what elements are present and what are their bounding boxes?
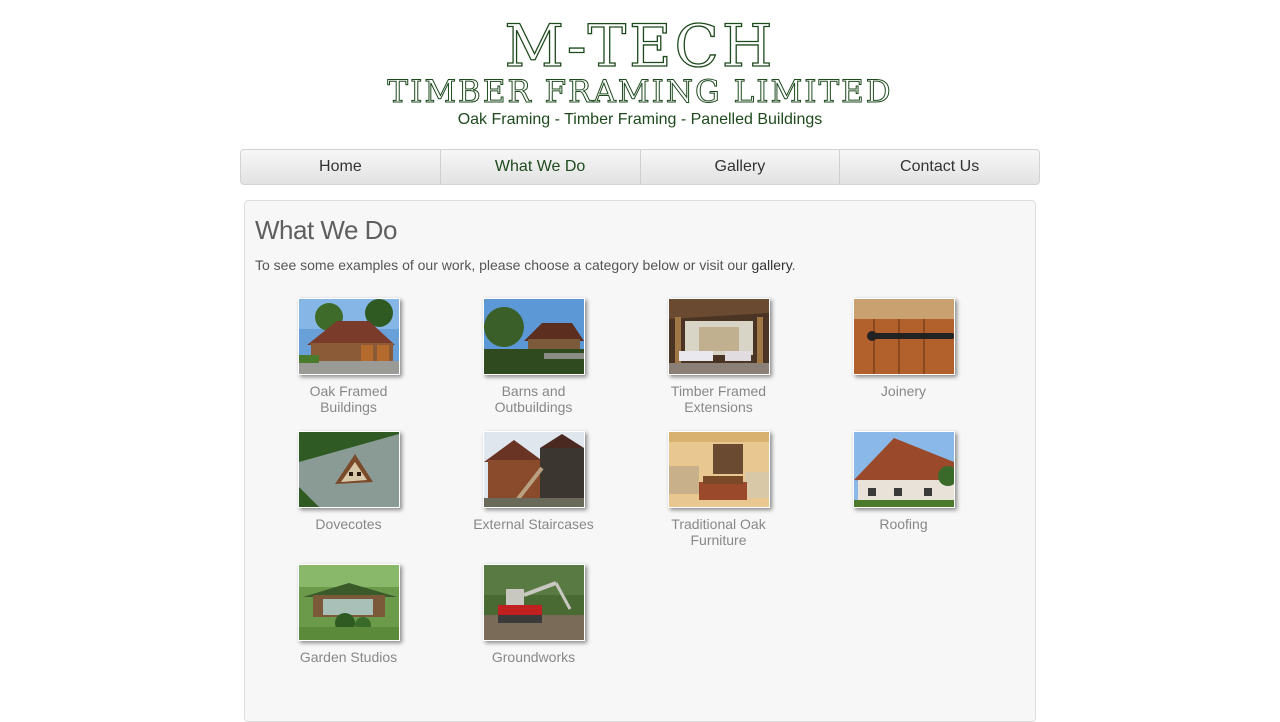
category-timber-framed-extensions[interactable]: Timber Framed Extensions [626, 298, 811, 415]
page-title: What We Do [255, 215, 397, 245]
category-label: Groundworks [441, 649, 626, 665]
category-barns-and-outbuildings[interactable]: Barns and Outbuildings [441, 298, 626, 415]
site-header: M-TECH TIMBER FRAMING LIMITED Oak Framin… [0, 0, 1280, 140]
category-label-line1: Barns and [501, 383, 566, 399]
joinery-thumbnail[interactable] [852, 298, 955, 375]
nav-what-we-do[interactable]: What We Do [441, 150, 641, 184]
groundworks-thumbnail[interactable] [482, 564, 585, 641]
logo-title[interactable]: M-TECH [0, 13, 1280, 78]
category-label-line1: Dovecotes [315, 516, 382, 532]
category-label: Roofing [811, 516, 996, 532]
category-label-line1: Traditional Oak [671, 516, 766, 532]
roofing-thumbnail[interactable] [852, 431, 955, 508]
category-roofing[interactable]: Roofing [811, 431, 996, 532]
category-label-line2: Furniture [690, 532, 747, 548]
external-staircases-thumbnail[interactable] [482, 431, 585, 508]
dovecotes-thumbnail[interactable] [297, 431, 400, 508]
site-tagline: Oak Framing - Timber Framing - Panelled … [457, 111, 823, 128]
category-label-line1: Timber Framed [670, 383, 767, 399]
category-label: Barns and Outbuildings [441, 383, 626, 415]
category-external-staircases[interactable]: External Staircases [441, 431, 626, 532]
category-garden-studios[interactable]: Garden Studios [256, 564, 441, 665]
category-label-line2: Extensions [684, 399, 753, 415]
category-label: Timber Framed Extensions [626, 383, 811, 415]
intro-text: To see some examples of our work, please… [255, 257, 796, 273]
category-label: Garden Studios [256, 649, 441, 665]
category-label: Joinery [811, 383, 996, 399]
category-label: Oak Framed Buildings [256, 383, 441, 415]
category-label-line1: Oak Framed [309, 383, 388, 399]
intro-text-body: To see some examples of our work, please… [255, 257, 752, 273]
nav-contact-us[interactable]: Contact Us [840, 150, 1039, 184]
category-joinery[interactable]: Joinery [811, 298, 996, 399]
category-label-line1: Roofing [879, 516, 928, 532]
category-groundworks[interactable]: Groundworks [441, 564, 626, 665]
nav-home[interactable]: Home [241, 150, 441, 184]
timber-framed-extensions-thumbnail[interactable] [667, 298, 770, 375]
category-dovecotes[interactable]: Dovecotes [256, 431, 441, 532]
category-traditional-oak-furniture[interactable]: Traditional Oak Furniture [626, 431, 811, 548]
garden-studios-thumbnail[interactable] [297, 564, 400, 641]
category-label-line2: Outbuildings [494, 399, 573, 415]
category-label-line2: Buildings [320, 399, 377, 415]
category-label: Traditional Oak Furniture [626, 516, 811, 548]
intro-text-end: . [791, 257, 796, 273]
category-oak-framed-buildings[interactable]: Oak Framed Buildings [256, 298, 441, 415]
barns-and-outbuildings-thumbnail[interactable] [482, 298, 585, 375]
logo-subtitle[interactable]: TIMBER FRAMING LIMITED [0, 72, 1280, 112]
category-label-line1: Groundworks [491, 649, 576, 665]
category-label: External Staircases [441, 516, 626, 532]
nav-gallery[interactable]: Gallery [641, 150, 841, 184]
category-label-line1: Garden Studios [299, 649, 398, 665]
content-panel: What We Do To see some examples of our w… [244, 200, 1036, 722]
category-label-line1: External Staircases [473, 516, 594, 532]
category-label: Dovecotes [256, 516, 441, 532]
gallery-link[interactable]: gallery [751, 257, 791, 273]
category-label-line1: Joinery [880, 383, 927, 399]
main-nav: Home What We Do Gallery Contact Us [240, 149, 1040, 185]
traditional-oak-furniture-thumbnail[interactable] [667, 431, 770, 508]
oak-framed-buildings-thumbnail[interactable] [297, 298, 400, 375]
